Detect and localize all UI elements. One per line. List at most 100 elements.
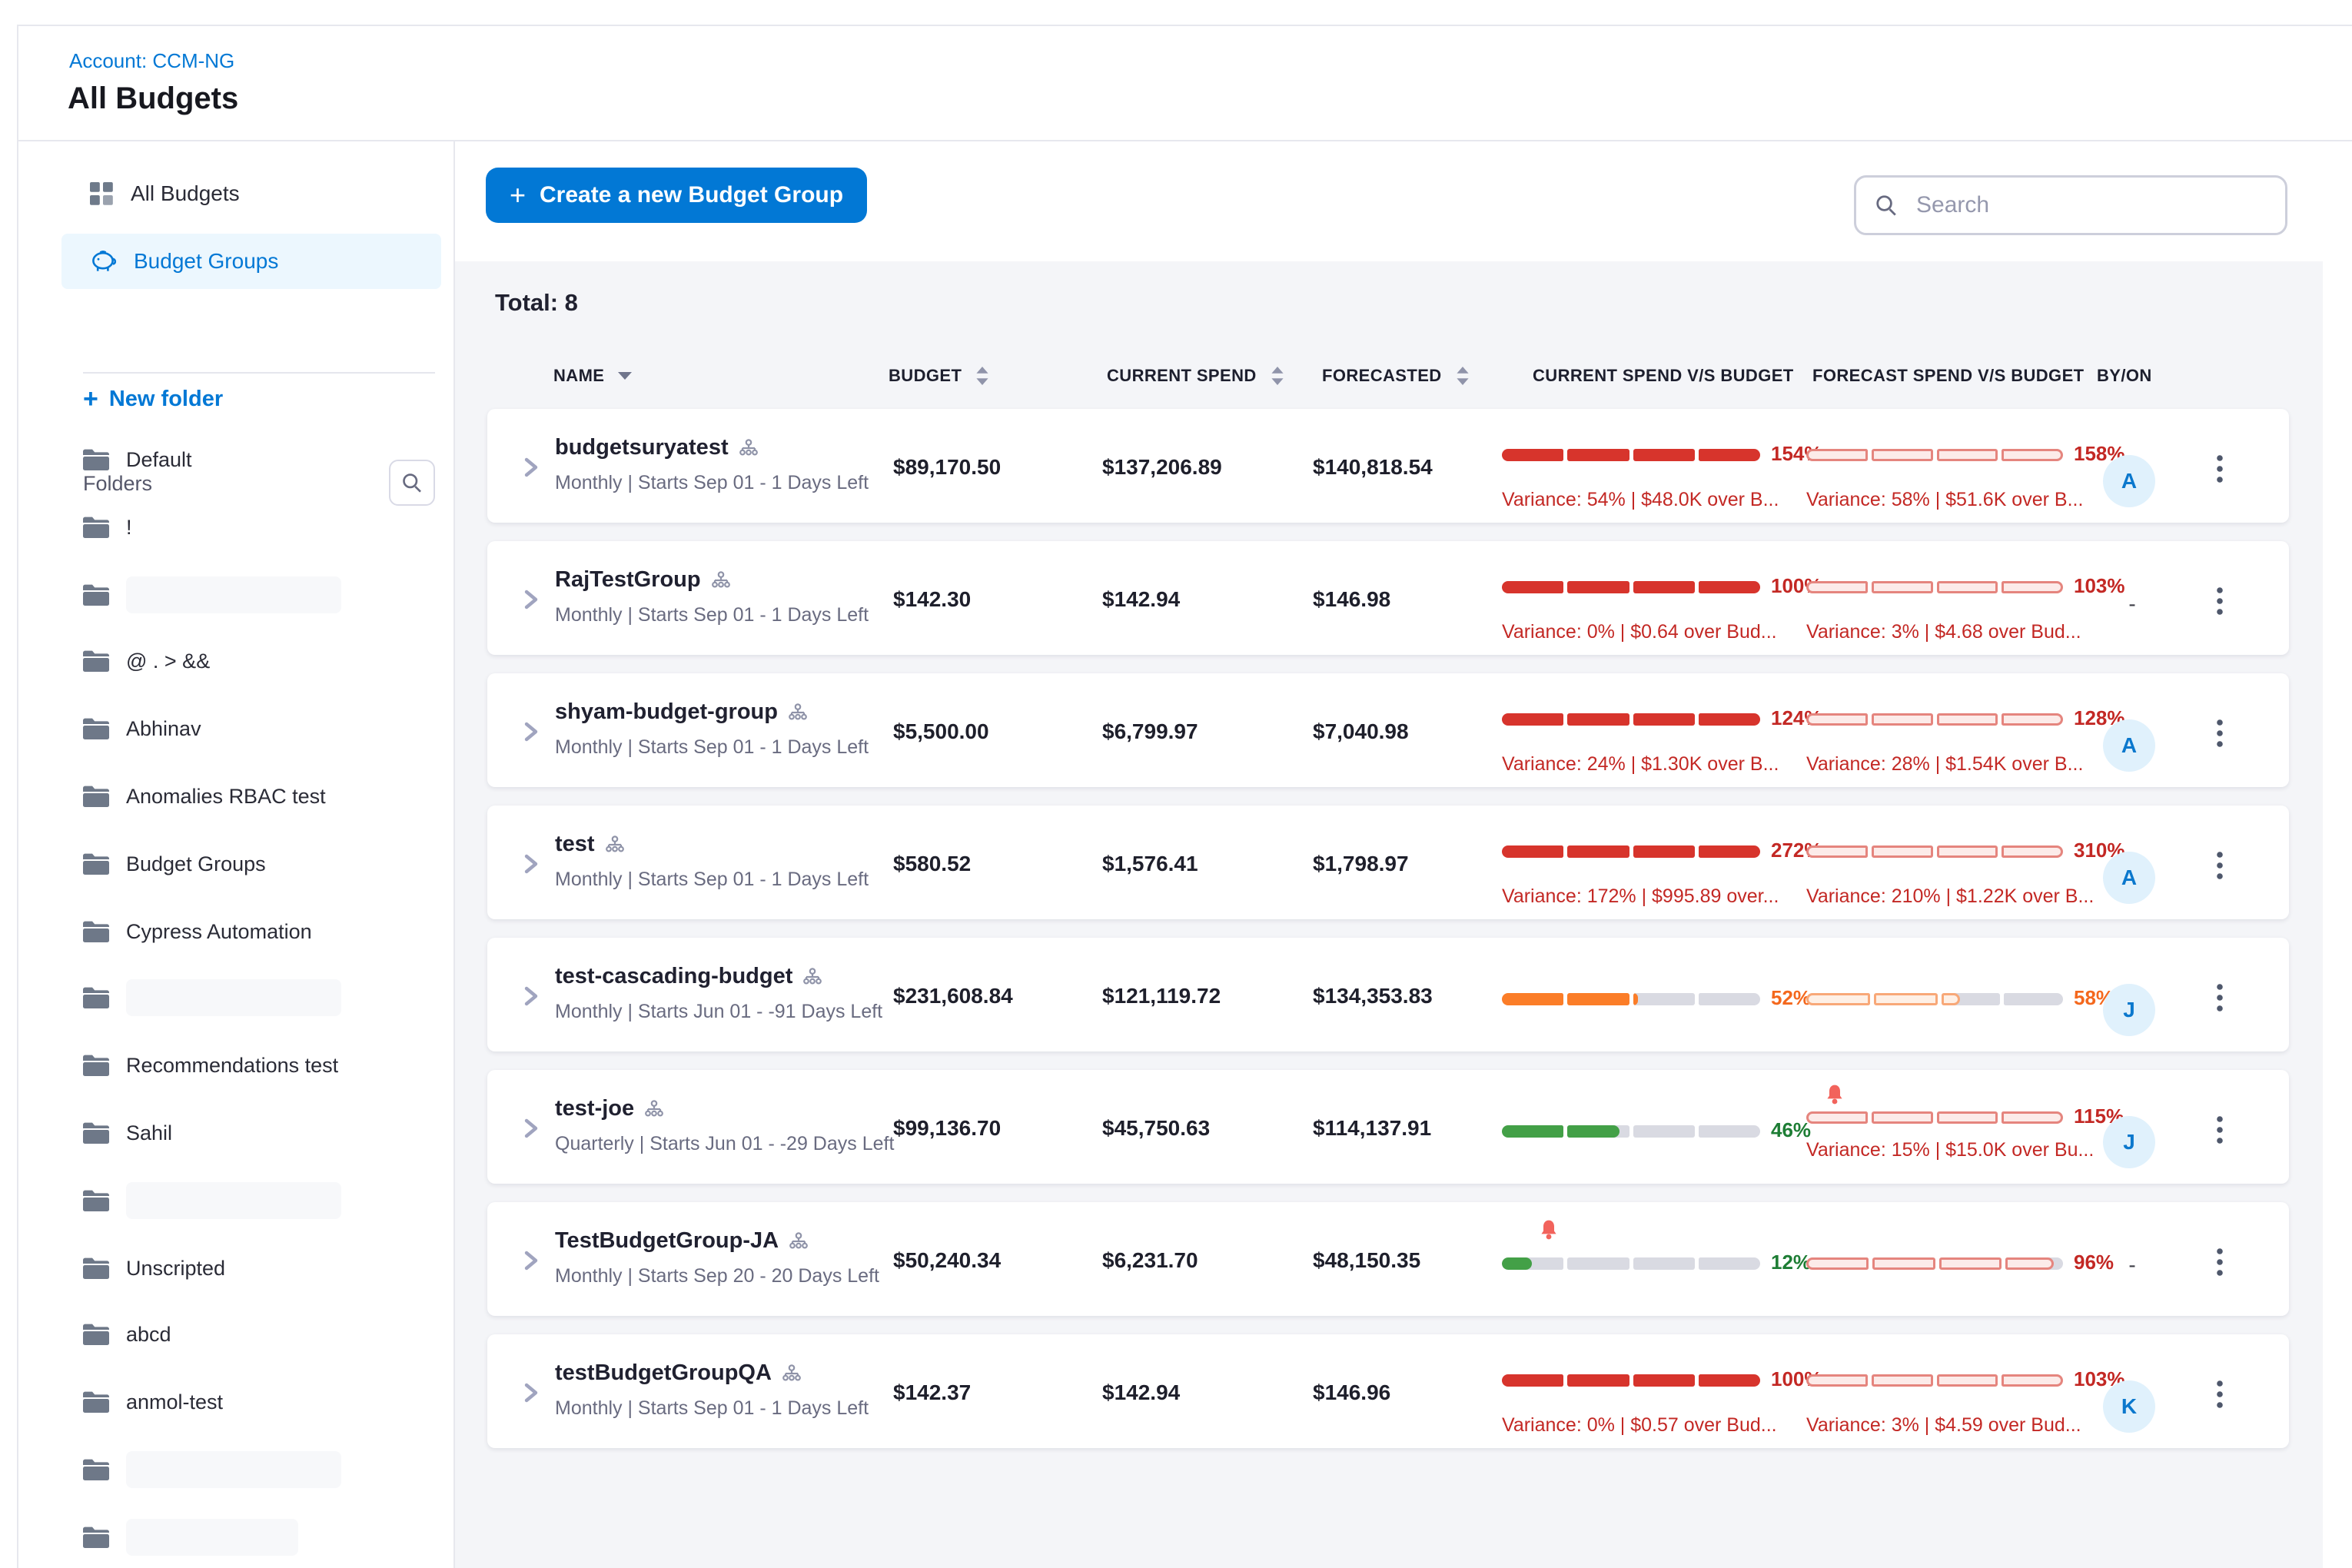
sidebar-item-all-budgets[interactable]: All Budgets xyxy=(61,166,441,221)
folder-item-redacted[interactable] xyxy=(83,1517,298,1557)
row-menu-button[interactable] xyxy=(2209,1113,2231,1147)
folder-item[interactable]: abcd xyxy=(83,1314,171,1354)
current-spend-value: $121,119.72 xyxy=(1102,984,1221,1008)
create-budget-group-button[interactable]: + Create a new Budget Group xyxy=(486,168,867,223)
column-header-current-vs-budget: CURRENT SPEND V/S BUDGET xyxy=(1533,366,1794,386)
folder-item[interactable]: @ . > && xyxy=(83,641,210,681)
budget-value: $580.52 xyxy=(893,852,971,876)
budget-group-name[interactable]: budgetsuryatest xyxy=(555,435,729,460)
folder-item-redacted[interactable] xyxy=(83,1181,341,1221)
folder-item-redacted[interactable] xyxy=(83,575,341,615)
budget-group-name[interactable]: test xyxy=(555,832,595,857)
current-vs-budget-cell: 12% xyxy=(1502,1202,1806,1316)
folder-item-redacted[interactable] xyxy=(83,1450,341,1490)
budget-group-row[interactable]: RajTestGroupMonthly | Starts Sep 01 - 1 … xyxy=(487,541,2289,655)
column-header-current-spend[interactable]: CURRENT SPEND xyxy=(1107,366,1284,386)
row-menu-button[interactable] xyxy=(2209,452,2231,486)
folder-item[interactable]: Sahil xyxy=(83,1113,172,1153)
owner-avatar[interactable]: A xyxy=(2103,719,2155,772)
owner-avatar[interactable]: J xyxy=(2103,1116,2155,1168)
hierarchy-icon xyxy=(606,835,624,854)
kebab-menu-icon xyxy=(2217,455,2223,483)
row-expand-chevron[interactable] xyxy=(523,1382,540,1404)
budget-group-row[interactable]: TestBudgetGroup-JAMonthly | Starts Sep 2… xyxy=(487,1202,2289,1316)
owner-avatar[interactable]: K xyxy=(2103,1380,2155,1433)
current-spend-value: $6,799.97 xyxy=(1102,719,1198,744)
forecasted-value: $7,040.98 xyxy=(1313,719,1409,744)
row-expand-chevron[interactable] xyxy=(523,985,540,1007)
column-header-forecasted[interactable]: FORECASTED xyxy=(1322,366,1470,386)
budget-group-name[interactable]: shyam-budget-group xyxy=(555,699,778,725)
owner-avatar[interactable]: A xyxy=(2103,455,2155,507)
folder-item[interactable]: Unscripted xyxy=(83,1248,225,1288)
folder-icon xyxy=(83,717,109,740)
column-header-budget[interactable]: BUDGET xyxy=(889,366,989,386)
row-menu-button[interactable] xyxy=(2209,849,2231,882)
hierarchy-icon xyxy=(645,1100,663,1118)
forecasted-value: $146.96 xyxy=(1313,1380,1390,1405)
budget-group-name[interactable]: test-joe xyxy=(555,1096,634,1121)
budget-schedule: Quarterly | Starts Jun 01 - -29 Days Lef… xyxy=(555,1133,894,1155)
row-menu-button[interactable] xyxy=(2209,981,2231,1015)
budget-group-name[interactable]: TestBudgetGroup-JA xyxy=(555,1228,779,1254)
folder-item[interactable]: anmol-test xyxy=(83,1382,223,1422)
budget-group-row[interactable]: budgetsuryatestMonthly | Starts Sep 01 -… xyxy=(487,409,2289,523)
forecast-variance: Variance: 210% | $1.22K over B... xyxy=(1806,885,2094,908)
sort-icon[interactable] xyxy=(1456,367,1470,385)
row-expand-chevron[interactable] xyxy=(523,589,540,610)
folder-item[interactable]: Anomalies RBAC test xyxy=(83,776,326,816)
sort-icon[interactable] xyxy=(975,367,989,385)
folder-item[interactable]: Abhinav xyxy=(83,709,201,749)
new-folder-button[interactable]: + New folder xyxy=(83,386,223,412)
budget-group-row[interactable]: testBudgetGroupQAMonthly | Starts Sep 01… xyxy=(487,1334,2289,1448)
kebab-menu-icon xyxy=(2217,1380,2223,1408)
kebab-menu-icon xyxy=(2217,587,2223,615)
row-menu-button[interactable] xyxy=(2209,1245,2231,1279)
budget-schedule: Monthly | Starts Sep 01 - 1 Days Left xyxy=(555,736,869,759)
budget-group-row[interactable]: test-joe Quarterly | Starts Jun 01 - -29 … xyxy=(487,1070,2289,1184)
folder-item-redacted[interactable] xyxy=(83,978,341,1018)
current-variance: Variance: 0% | $0.64 over Bud... xyxy=(1502,621,1777,643)
column-header-forecast-vs-budget: FORECAST SPEND V/S BUDGET xyxy=(1812,366,2084,386)
current-spend-value: $142.94 xyxy=(1102,587,1180,612)
owner-avatar[interactable]: J xyxy=(2103,984,2155,1036)
search-input[interactable] xyxy=(1913,191,2267,220)
folder-item[interactable]: Budget Groups xyxy=(83,844,266,884)
sort-icon[interactable] xyxy=(1271,367,1284,385)
budget-value: $5,500.00 xyxy=(893,719,989,744)
budget-group-name[interactable]: RajTestGroup xyxy=(555,567,701,593)
plus-icon: + xyxy=(83,386,98,412)
budget-group-row[interactable]: shyam-budget-group Monthly | Starts Sep 0… xyxy=(487,673,2289,787)
row-expand-chevron[interactable] xyxy=(523,1118,540,1139)
row-menu-button[interactable] xyxy=(2209,1377,2231,1411)
breadcrumb-account-link[interactable]: Account: CCM-NG xyxy=(69,49,234,73)
budget-group-row[interactable]: testMonthly | Starts Sep 01 - 1 Days Lef… xyxy=(487,806,2289,919)
folders-divider xyxy=(83,372,435,374)
row-expand-chevron[interactable] xyxy=(523,853,540,875)
sidebar-item-budget-groups[interactable]: Budget Groups xyxy=(61,234,441,289)
budget-value: $142.37 xyxy=(893,1380,971,1405)
owner-avatar[interactable]: A xyxy=(2103,852,2155,904)
redacted-folder-label xyxy=(126,576,341,613)
budget-group-row[interactable]: test-cascading-budgetMonthly | Starts Ju… xyxy=(487,938,2289,1051)
current-spend-bar xyxy=(1502,581,1760,593)
redacted-folder-label xyxy=(126,1182,341,1219)
row-menu-button[interactable] xyxy=(2209,584,2231,618)
folder-item[interactable]: ! xyxy=(83,507,132,547)
folder-item[interactable]: Cypress Automation xyxy=(83,912,312,952)
row-expand-chevron[interactable] xyxy=(523,1250,540,1271)
search-box[interactable] xyxy=(1854,175,2287,235)
budget-group-name[interactable]: testBudgetGroupQA xyxy=(555,1360,772,1386)
current-vs-budget-cell: 46% xyxy=(1502,1070,1806,1184)
folder-item[interactable]: Default xyxy=(83,440,192,480)
column-header-name[interactable]: NAME xyxy=(553,366,632,386)
forecast-vs-budget-cell: 128%Variance: 28% | $1.54K over B... xyxy=(1806,673,2106,787)
folder-icon xyxy=(83,852,109,875)
row-expand-chevron[interactable] xyxy=(523,457,540,478)
budget-group-name[interactable]: test-cascading-budget xyxy=(555,964,792,989)
row-expand-chevron[interactable] xyxy=(523,721,540,742)
row-menu-button[interactable] xyxy=(2209,716,2231,750)
folder-item[interactable]: Recommendations test xyxy=(83,1045,338,1085)
folder-search-button[interactable] xyxy=(389,460,435,506)
forecast-vs-budget-cell: 103%Variance: 3% | $4.68 over Bud... xyxy=(1806,541,2106,655)
